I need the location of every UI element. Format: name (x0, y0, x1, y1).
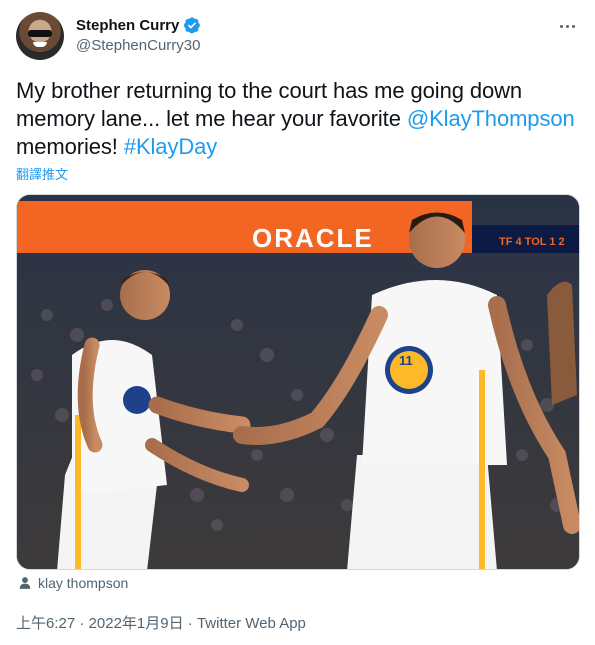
more-options-icon[interactable] (555, 16, 579, 36)
tweet-time[interactable]: 上午6:27 (16, 615, 75, 632)
jersey-number: 11 (399, 353, 413, 368)
scoreboard-text: TF 4 TOL 1 2 (499, 236, 565, 248)
tagged-user-name[interactable]: klay thompson (38, 575, 128, 591)
tweet-source[interactable]: Twitter Web App (197, 615, 306, 632)
translate-tweet-link[interactable]: 翻譯推文 (16, 164, 68, 183)
tweet-meta: 上午6:27 · 2022年1月9日 · Twitter Web App (16, 612, 306, 633)
verified-badge-icon (184, 17, 201, 34)
hashtag-link[interactable]: #KlayDay (124, 134, 217, 159)
tweet-photo[interactable]: ORACLE TF 4 TOL 1 2 11 (16, 194, 580, 570)
tagged-people[interactable]: klay thompson (18, 575, 128, 591)
author-name-row[interactable]: Stephen Curry (76, 16, 201, 34)
tweet-header: Stephen Curry @StephenCurry30 (16, 12, 579, 62)
photo-illustration: ORACLE TF 4 TOL 1 2 11 (17, 195, 579, 569)
person-icon (19, 577, 31, 589)
author-display-name[interactable]: Stephen Curry (76, 17, 179, 34)
avatar-sunglasses (28, 30, 52, 37)
tweet-date[interactable]: 2022年1月9日 (89, 615, 184, 632)
avatar[interactable] (16, 12, 64, 60)
avatar-smile (33, 42, 47, 47)
mention-link[interactable]: @KlayThompson (407, 106, 575, 131)
tweet-text: My brother returning to the court has me… (16, 77, 579, 161)
meta-separator: · (183, 615, 197, 632)
meta-separator: · (75, 615, 89, 632)
author-handle[interactable]: @StephenCurry30 (76, 37, 200, 54)
tweet-text-part2: memories! (16, 134, 124, 159)
oracle-sign: ORACLE (252, 223, 374, 253)
